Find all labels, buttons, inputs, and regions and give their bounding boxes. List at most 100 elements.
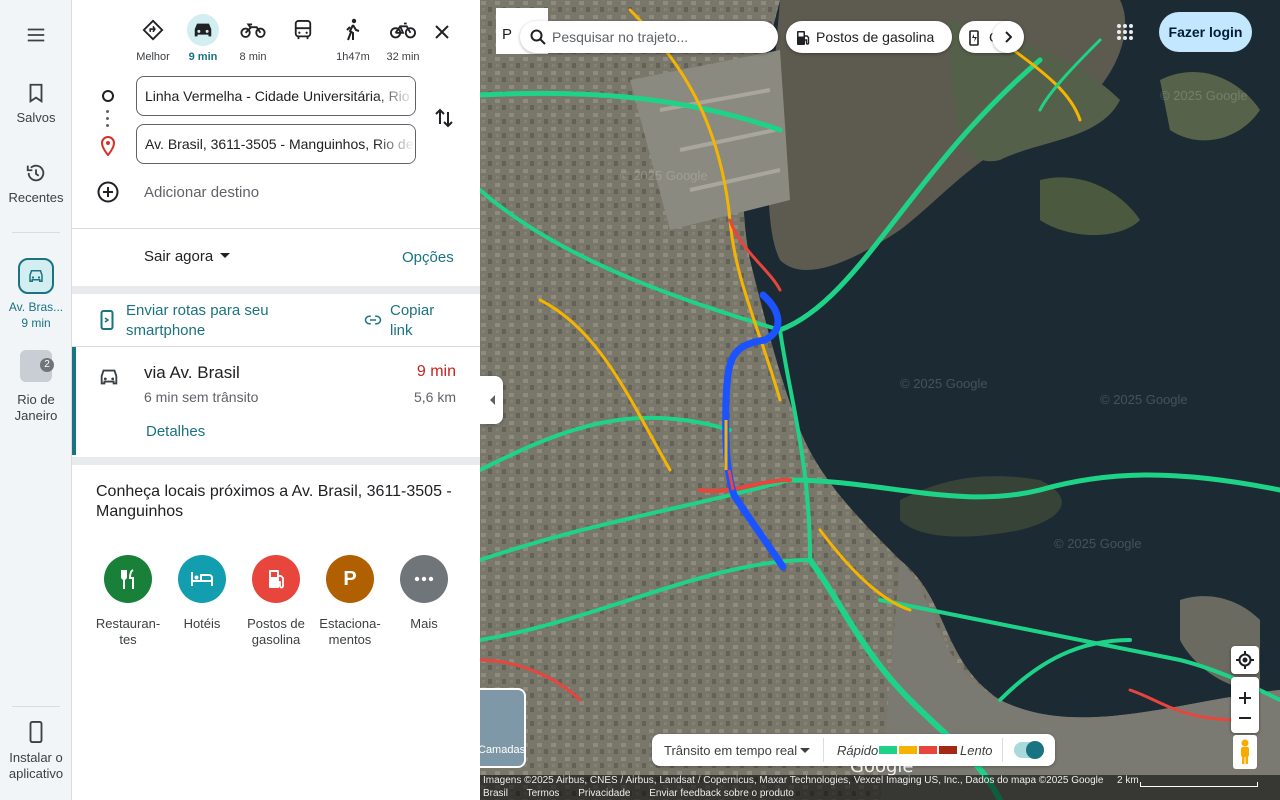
traffic-mode-dropdown[interactable]: Trânsito em tempo real xyxy=(664,743,797,758)
rail-divider xyxy=(12,706,60,707)
search-icon xyxy=(530,29,546,45)
footer-link-terms[interactable]: Termos xyxy=(527,788,560,799)
mode-motorcycle[interactable]: 8 min xyxy=(229,14,277,63)
rail-divider xyxy=(12,232,60,233)
caret-down-icon xyxy=(220,253,230,258)
rail-route-button[interactable] xyxy=(18,258,54,294)
category-gas-stations[interactable]: Postos de gasolina xyxy=(239,555,313,648)
my-location-button[interactable] xyxy=(1231,646,1259,674)
send-to-phone-icon xyxy=(100,310,114,330)
section-divider xyxy=(72,457,480,465)
add-destination-link[interactable]: Adicionar destino xyxy=(144,184,259,201)
map-watermark: © 2025 Google xyxy=(1100,392,1188,407)
swap-button[interactable] xyxy=(432,106,456,135)
map-canvas[interactable]: © 2025 Google © 2025 Google © 2025 Googl… xyxy=(480,0,1280,800)
zoom-out-icon[interactable] xyxy=(1238,717,1252,719)
zoom-in-icon[interactable] xyxy=(1238,691,1252,705)
gas-station-icon xyxy=(269,570,284,589)
restaurant-icon xyxy=(121,569,134,589)
link-icon xyxy=(364,315,382,325)
bookmark-icon xyxy=(29,83,43,103)
origin-input[interactable]: Linha Vermelha - Cidade Universitária, R… xyxy=(136,76,416,116)
map-watermark: © 2025 Google xyxy=(900,376,988,391)
chevron-left-icon xyxy=(489,395,495,405)
legend-swatch xyxy=(879,746,897,754)
search-placeholder: Pesquisar no trajeto... xyxy=(552,29,689,45)
category-more[interactable]: Mais xyxy=(387,555,461,632)
saved-label: Salvos xyxy=(16,110,56,125)
scale-label[interactable]: 2 km xyxy=(1117,775,1139,786)
saved-button[interactable]: Salvos xyxy=(0,82,72,126)
legend-swatch xyxy=(939,746,957,754)
walk-icon xyxy=(346,18,360,41)
history-icon xyxy=(26,164,45,182)
origin-marker-icon xyxy=(102,90,114,102)
more-horizontal-icon xyxy=(414,576,434,582)
legend-swatch xyxy=(899,746,917,754)
car-icon xyxy=(194,23,212,37)
route-option-card[interactable]: via Av. Brasil 6 min sem trânsito 9 min … xyxy=(72,347,480,457)
route-details-button[interactable]: Detalhes xyxy=(146,423,205,440)
menu-button[interactable] xyxy=(0,24,72,52)
attribution-text: Imagens ©2025 Airbus, CNES / Airbus, Lan… xyxy=(483,775,1104,786)
car-icon xyxy=(29,270,43,282)
chips-next-button[interactable] xyxy=(992,21,1024,53)
my-location-icon xyxy=(1236,651,1254,669)
close-directions-button[interactable] xyxy=(430,20,454,44)
sign-in-button[interactable]: Fazer login xyxy=(1159,12,1252,52)
add-circle-icon[interactable] xyxy=(96,180,120,204)
options-button[interactable]: Opções xyxy=(402,249,454,266)
ev-charger-icon xyxy=(969,30,979,46)
chip-gas-stations[interactable]: Postos de gasolina xyxy=(786,21,952,53)
destination-pin-icon xyxy=(100,136,116,156)
footer-link-country[interactable]: Brasil xyxy=(483,788,508,799)
traffic-toggle[interactable] xyxy=(1014,741,1044,759)
install-app-button[interactable]: Instalar o aplicativo xyxy=(0,720,72,782)
place-count-badge: 2 xyxy=(40,358,54,372)
category-restaurants[interactable]: Restauran-tes xyxy=(91,555,165,648)
zoom-controls xyxy=(1231,677,1259,733)
send-routes-link[interactable]: Enviar rotas para seu smartphone xyxy=(126,301,296,341)
menu-icon xyxy=(27,28,45,42)
pegman-icon xyxy=(1241,739,1249,764)
footer-link-privacy[interactable]: Privacidade xyxy=(578,788,630,799)
map-watermark: © 2025 Google xyxy=(1160,88,1248,103)
leave-now-dropdown[interactable]: Sair agora xyxy=(144,248,213,265)
category-parking[interactable]: P Estaciona-mentos xyxy=(313,555,387,648)
nearby-title: Conheça locais próximos a Av. Brasil, 36… xyxy=(96,483,452,520)
route-distance: 5,6 km xyxy=(413,389,456,405)
divider xyxy=(72,228,480,229)
bus-icon xyxy=(294,20,312,40)
directions-panel: Melhor 9 min 8 min 1h47m 32 min Linha Ve… xyxy=(72,0,480,800)
legend-slow-label: Lento xyxy=(960,743,993,758)
category-hotels[interactable]: Hotéis xyxy=(165,555,239,632)
rail-place-button[interactable]: 2 Rio de Janeiro xyxy=(0,350,72,424)
selected-route-accent xyxy=(72,347,76,455)
close-icon xyxy=(435,25,449,39)
route-dots-icon xyxy=(106,110,110,131)
section-divider xyxy=(72,286,480,294)
mode-bicycle[interactable]: 32 min xyxy=(379,14,427,63)
copy-link-button[interactable]: Copiar link xyxy=(390,301,450,341)
map-watermark: © 2025 Google xyxy=(1054,536,1142,551)
apps-grid-icon[interactable] xyxy=(1116,23,1134,41)
destination-input[interactable]: Av. Brasil, 3611-3505 - Manguinhos, Rio … xyxy=(136,124,416,164)
car-icon xyxy=(100,369,118,385)
street-view-pegman[interactable] xyxy=(1233,735,1257,769)
hotel-bed-icon xyxy=(191,572,213,586)
route-search-box[interactable]: Pesquisar no trajeto... xyxy=(520,21,778,53)
mode-walk[interactable]: 1h47m xyxy=(329,14,377,63)
left-rail: Salvos Recentes Av. Bras... 9 min 2 Rio … xyxy=(0,0,72,800)
chevron-right-icon xyxy=(1005,31,1012,43)
mode-car[interactable]: 9 min xyxy=(179,14,227,63)
layers-button[interactable]: Camadas xyxy=(480,688,526,768)
mode-best[interactable]: Melhor xyxy=(129,14,177,63)
footer-link-feedback[interactable]: Enviar feedback sobre o produto xyxy=(649,788,794,799)
route-duration: 9 min xyxy=(416,363,456,380)
gas-station-icon xyxy=(797,31,810,45)
collapse-panel-button[interactable] xyxy=(480,376,503,424)
mode-transit[interactable] xyxy=(279,14,327,51)
recent-button[interactable]: Recentes xyxy=(0,162,72,206)
phone-icon xyxy=(29,721,43,743)
rail-route-label[interactable]: Av. Bras... 9 min xyxy=(0,299,72,331)
